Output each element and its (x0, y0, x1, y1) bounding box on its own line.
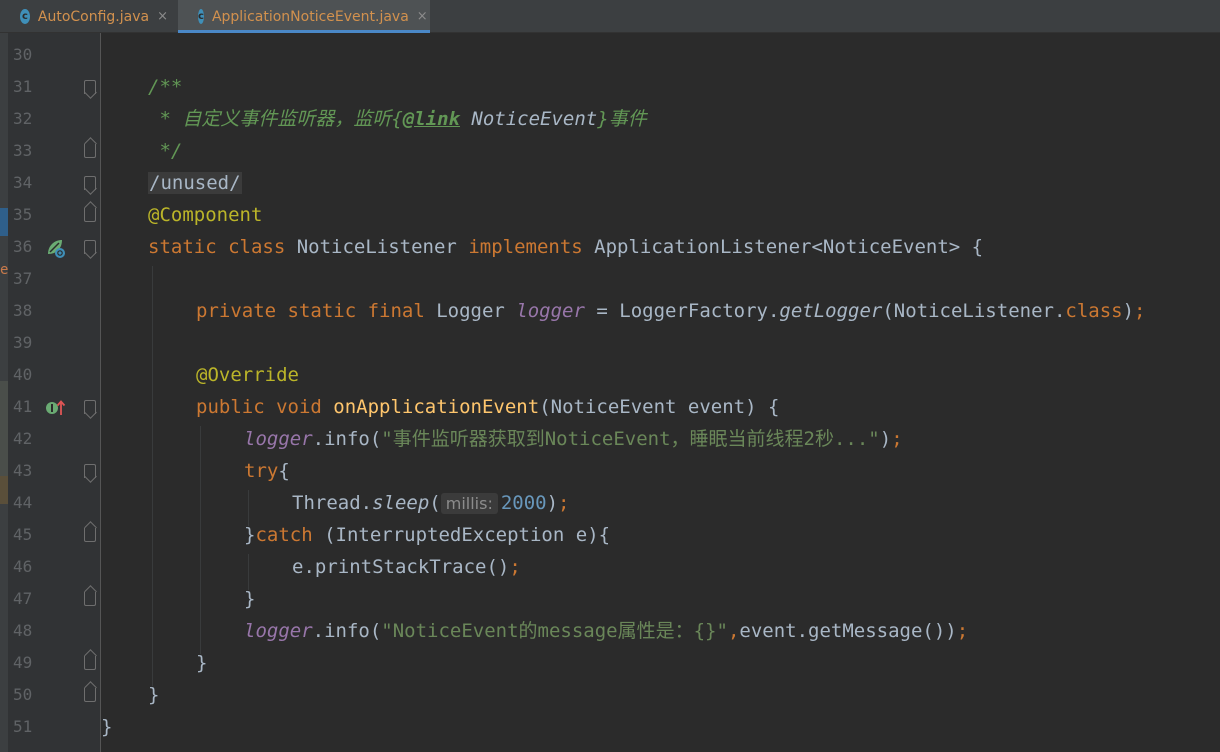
code-text[interactable]: } (244, 583, 255, 615)
line-number: 32 (13, 109, 33, 128)
code-line: 34 /unused/ (0, 167, 1220, 199)
line-number: 44 (13, 493, 33, 512)
line-number: 51 (13, 717, 33, 736)
line-number: 40 (13, 365, 33, 384)
line-number: 42 (13, 429, 33, 448)
code-text[interactable]: logger.info("事件监听器获取到NoticeEvent，睡眠当前线程2… (244, 423, 903, 455)
code-line: 41 public void onApplicationEvent(Notice… (0, 391, 1220, 423)
code-text[interactable]: logger.info("NoticeEvent的message属性是：{}",… (244, 615, 968, 647)
fold-close-icon[interactable] (84, 592, 96, 606)
line-number: 41 (13, 397, 33, 416)
code-line: 30 (0, 39, 1220, 71)
code-line: 31 /** (0, 71, 1220, 103)
line-number: 37 (13, 269, 33, 288)
spring-bean-icon[interactable] (45, 237, 67, 259)
line-number: 36 (13, 237, 33, 256)
fold-open-icon[interactable] (84, 400, 96, 414)
active-tab-indicator (178, 30, 430, 33)
code-text[interactable]: /unused/ (148, 167, 242, 199)
fold-close-icon[interactable] (84, 208, 96, 222)
code-line: 33 */ (0, 135, 1220, 167)
code-line: 45 }catch (InterruptedException e){ (0, 519, 1220, 551)
code-line: 48 logger.info("NoticeEvent的message属性是：{… (0, 615, 1220, 647)
line-number: 30 (13, 45, 33, 64)
code-line: 38 private static final Logger logger = … (0, 295, 1220, 327)
line-number: 50 (13, 685, 33, 704)
code-line: 49 } (0, 647, 1220, 679)
class-icon: c (198, 9, 204, 24)
close-icon[interactable]: × (157, 9, 168, 24)
fold-close-icon[interactable] (84, 144, 96, 158)
code-line: 40 @Override (0, 359, 1220, 391)
code-line: 42 logger.info("事件监听器获取到NoticeEvent，睡眠当前… (0, 423, 1220, 455)
code-text[interactable]: */ (148, 135, 182, 167)
fold-open-icon[interactable] (84, 240, 96, 254)
line-number: 38 (13, 301, 33, 320)
line-number: 39 (13, 333, 33, 352)
line-number: 49 (13, 653, 33, 672)
code-line: 32 * 自定义事件监听器，监听{@link NoticeEvent}事件 (0, 103, 1220, 135)
editor-tab-bar: c AutoConfig.java × c ApplicationNoticeE… (0, 0, 1220, 33)
code-text[interactable]: * 自定义事件监听器，监听{@link NoticeEvent}事件 (148, 103, 646, 135)
code-text[interactable]: } (148, 679, 159, 711)
code-text[interactable]: static class NoticeListener implements A… (148, 231, 983, 263)
code-line: 44 Thread.sleep(millis: 2000); (0, 487, 1220, 519)
close-icon[interactable]: × (417, 9, 428, 24)
fold-close-icon[interactable] (84, 528, 96, 542)
line-number: 48 (13, 621, 33, 640)
fold-close-icon[interactable] (84, 656, 96, 670)
fold-open-icon[interactable] (84, 464, 96, 478)
code-text[interactable]: public void onApplicationEvent(NoticeEve… (196, 391, 779, 423)
implements-method-icon[interactable] (45, 399, 67, 417)
code-text[interactable]: e.printStackTrace(); (292, 551, 521, 583)
tab-label: AutoConfig.java (37, 8, 150, 25)
code-line: 36 static class NoticeListener implement… (0, 231, 1220, 263)
fold-close-icon[interactable] (84, 688, 96, 702)
line-number: 34 (13, 173, 33, 192)
code-text[interactable]: } (101, 711, 112, 743)
line-number: 33 (13, 141, 33, 160)
fold-open-icon[interactable] (84, 176, 96, 190)
parameter-hint: millis: (440, 493, 498, 514)
fold-open-icon[interactable] (84, 80, 96, 94)
tab-application-notice-event[interactable]: c ApplicationNoticeEvent.java × (178, 0, 430, 33)
code-line: 35 @Component (0, 199, 1220, 231)
tab-autoconfig[interactable]: c AutoConfig.java × (0, 0, 178, 33)
line-number: 45 (13, 525, 33, 544)
code-text[interactable]: } (196, 647, 207, 679)
code-line: 46 e.printStackTrace(); (0, 551, 1220, 583)
code-text[interactable]: /** (148, 71, 182, 103)
line-number: 46 (13, 557, 33, 576)
class-icon: c (20, 9, 30, 24)
code-line: 51 } (0, 711, 1220, 743)
code-line: 43 try{ (0, 455, 1220, 487)
code-text[interactable]: try{ (244, 455, 290, 487)
line-number: 35 (13, 205, 33, 224)
tab-label: ApplicationNoticeEvent.java (211, 8, 409, 25)
code-line: 47 } (0, 583, 1220, 615)
code-line: 37 (0, 263, 1220, 295)
code-line: 50 } (0, 679, 1220, 711)
line-number: 31 (13, 77, 33, 96)
code-text[interactable]: private static final Logger logger = Log… (196, 295, 1146, 327)
code-text[interactable]: Thread.sleep(millis: 2000); (292, 487, 570, 520)
line-number: 43 (13, 461, 33, 480)
code-text[interactable]: @Component (148, 199, 262, 231)
code-line: 39 (0, 327, 1220, 359)
code-text[interactable]: @Override (196, 359, 299, 391)
line-number: 47 (13, 589, 33, 608)
code-text[interactable]: }catch (InterruptedException e){ (244, 519, 610, 551)
